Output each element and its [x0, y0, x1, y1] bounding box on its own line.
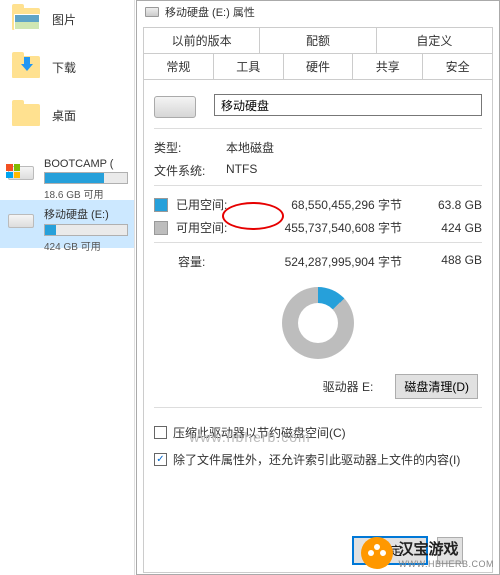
used-bytes: 68,550,455,296 字节: [246, 196, 422, 213]
free-color-swatch: [154, 221, 168, 235]
properties-dialog: 移动硬盘 (E:) 属性 以前的版本 配额 自定义 常规 工具 硬件 共享 安全…: [136, 0, 500, 575]
drive-icon: [8, 210, 36, 230]
disk-cleanup-button[interactable]: 磁盘清理(D): [395, 374, 478, 399]
capacity-human: 488 GB: [422, 253, 482, 270]
brand-url: WWW.HBHERB.COM: [399, 559, 495, 569]
tab-hardware[interactable]: 硬件: [284, 53, 354, 80]
desktop-folder-icon: [12, 102, 42, 128]
tab-page-general: 类型:本地磁盘 文件系统:NTFS 已用空间: 68,550,455,296 字…: [143, 80, 493, 573]
tab-tools[interactable]: 工具: [214, 53, 284, 80]
drive-letter-label: 驱动器 E:: [323, 378, 374, 395]
drive-free-text: 18.6 GB 可用: [44, 186, 128, 201]
drive-free-text: 424 GB 可用: [44, 238, 128, 253]
brand-name: 汉宝游戏: [399, 538, 495, 559]
free-label: 可用空间:: [176, 219, 246, 236]
drive-usage-bar: [44, 224, 128, 236]
tab-customize[interactable]: 自定义: [377, 27, 493, 53]
usage-pie-chart: [154, 278, 482, 368]
used-human: 63.8 GB: [422, 198, 482, 212]
tab-container: 以前的版本 配额 自定义 常规 工具 硬件 共享 安全: [137, 23, 499, 80]
used-color-swatch: [154, 198, 168, 212]
quick-access-downloads[interactable]: 下载: [0, 48, 134, 96]
pictures-folder-icon: [12, 6, 42, 32]
drive-list: BOOTCAMP ( 18.6 GB 可用 移动硬盘 (E:) 424 GB 可…: [0, 152, 134, 248]
drive-name: 移动硬盘 (E:): [44, 206, 128, 222]
drive-usage-bar: [44, 172, 128, 184]
quick-access-pictures[interactable]: 图片: [0, 0, 134, 48]
windows-logo-icon: [6, 164, 20, 178]
tab-quota[interactable]: 配额: [260, 27, 376, 53]
filesystem-value: NTFS: [226, 162, 257, 179]
divider: [154, 242, 482, 243]
used-label: 已用空间:: [176, 196, 246, 213]
filesystem-label: 文件系统:: [154, 162, 226, 179]
explorer-sidebar: 图片 下载 桌面 BOOTCAMP ( 18.6 GB 可用 移动硬盘 (E:): [0, 0, 135, 575]
type-value: 本地磁盘: [226, 139, 274, 156]
drive-icon: [8, 162, 36, 182]
downloads-folder-icon: [12, 54, 42, 80]
drive-name: BOOTCAMP (: [44, 158, 128, 170]
tab-security[interactable]: 安全: [423, 53, 493, 80]
quick-label: 桌面: [52, 107, 76, 124]
drive-item-bootcamp[interactable]: BOOTCAMP ( 18.6 GB 可用: [0, 152, 134, 200]
tab-sharing[interactable]: 共享: [353, 53, 423, 80]
volume-name-input[interactable]: [214, 94, 482, 116]
quick-label: 下载: [52, 59, 76, 76]
brand-badge-container: 汉宝游戏 WWW.HBHERB.COM: [361, 537, 495, 569]
dialog-title-text: 移动硬盘 (E:) 属性: [165, 4, 255, 20]
tab-previous-versions[interactable]: 以前的版本: [143, 27, 260, 53]
compress-checkbox[interactable]: [154, 426, 167, 439]
capacity-bytes: 524,287,995,904 字节: [244, 253, 422, 270]
index-label: 除了文件属性外，还允许索引此驱动器上文件的内容(I): [173, 451, 460, 468]
drive-item-removable[interactable]: 移动硬盘 (E:) 424 GB 可用: [0, 200, 134, 248]
divider: [154, 185, 482, 186]
free-human: 424 GB: [422, 221, 482, 235]
divider: [154, 407, 482, 408]
index-checkbox[interactable]: [154, 453, 167, 466]
capacity-label: 容量:: [178, 253, 244, 270]
divider: [154, 128, 482, 129]
disk-icon: [145, 7, 159, 17]
dialog-titlebar: 移动硬盘 (E:) 属性: [137, 1, 499, 23]
brand-logo-icon: [361, 537, 393, 569]
quick-label: 图片: [52, 11, 76, 28]
free-bytes: 455,737,540,608 字节: [246, 219, 422, 236]
compress-label: 压缩此驱动器以节约磁盘空间(C): [173, 424, 346, 441]
type-label: 类型:: [154, 139, 226, 156]
disk-large-icon: [154, 96, 196, 118]
quick-access-desktop[interactable]: 桌面: [0, 96, 134, 144]
tab-general[interactable]: 常规: [143, 53, 214, 80]
